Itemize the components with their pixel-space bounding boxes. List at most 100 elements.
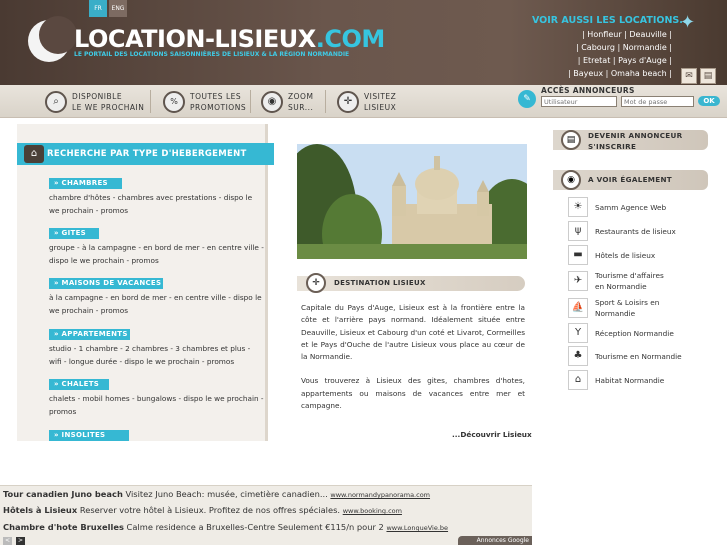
discover-lisieux-link[interactable]: ...Découvrir Lisieux [452, 430, 532, 439]
sun-icon: ☀ [568, 197, 588, 217]
ad-title[interactable]: Chambre d'hote Bruxelles [3, 522, 124, 532]
ad-item[interactable]: Chambre d'hote Bruxelles Calme residence… [3, 522, 448, 532]
house-icon: ⌂ [568, 370, 588, 390]
toolbar-divider [325, 90, 326, 113]
document-icon[interactable]: ▤ [700, 68, 716, 84]
locations-link-row[interactable]: | Etretat | Pays d'Auge | [560, 54, 672, 67]
percent-icon: % [163, 90, 185, 113]
link-business-tourism[interactable]: ✈ Tourisme d'affaires en Normandie [568, 270, 675, 292]
link-label: Tourisme en Normandie [595, 351, 682, 361]
become-advertiser-line: DEVENIR ANNONCEUR [588, 131, 683, 140]
category-chalets[interactable]: » CHALETS [49, 379, 109, 390]
password-input[interactable] [621, 96, 694, 107]
link-reception[interactable]: Y Réception Normandie [568, 323, 674, 343]
toolbar-label: ZOOM [288, 91, 314, 101]
ads-next-button[interactable]: > [16, 537, 25, 545]
toolbar-label: LE WE PROCHAIN [72, 102, 145, 112]
category-maisons[interactable]: » MAISONS DE VACANCES [49, 278, 163, 289]
destination-description: Capitale du Pays d'Auge, Lisieux est à l… [301, 302, 525, 412]
link-label: Réception Normandie [595, 328, 674, 338]
advertiser-access-title: ACCÈS ANNONCEURS [541, 86, 635, 95]
ad-title[interactable]: Hôtels à Lisieux [3, 505, 77, 515]
category-gites-desc[interactable]: groupe - à la campagne - en bord de mer … [49, 242, 264, 267]
toolbar-label: SUR... [288, 102, 314, 112]
username-input[interactable] [541, 96, 617, 107]
accommodation-search-title: RECHERCHE PAR TYPE D'HEBERGEMENT [17, 143, 274, 165]
destination-paragraph: Vous trouverez à Lisieux des gites, cham… [301, 376, 525, 411]
toolbar-label: PROMOTIONS [190, 102, 247, 112]
see-also-locations-title: VOIR AUSSI LES LOCATIONS... [532, 15, 691, 26]
link-samm-agence-web[interactable]: ☀ Samm Agence Web [568, 197, 666, 217]
ad-text: Calme residence a Bruxelles-Centre Seule… [123, 522, 387, 532]
basilica-photo [297, 144, 527, 259]
link-label: Hôtels de lisieux [595, 250, 656, 260]
toolbar-divider [250, 90, 251, 113]
toolbar-label: LISIEUX [364, 102, 397, 112]
register-line: S'INSCRIRE [588, 141, 637, 151]
lang-en-button[interactable]: ENG [109, 0, 127, 17]
toolbar-divider [150, 90, 151, 113]
ads-prev-button[interactable]: < [3, 537, 12, 545]
google-ads-footer[interactable]: Annonces Google [458, 536, 532, 545]
category-insolites[interactable]: » INSOLITES [49, 430, 129, 441]
bird-icon: ✦ [680, 12, 696, 33]
category-chalets-desc[interactable]: chalets - mobil homes - bungalows - disp… [49, 393, 264, 418]
eye-icon: ◉ [561, 170, 581, 190]
toolbar-promotions[interactable]: % TOUTES LES PROMOTIONS [163, 85, 246, 118]
ad-text: Visitez Juno Beach: musée, cimetière can… [122, 489, 331, 499]
link-label: Sport & Loisirs en Normandie [595, 298, 660, 318]
glass-icon: Y [568, 323, 588, 343]
sailboat-icon: ⛵ [568, 298, 588, 318]
plane-icon: ✈ [568, 271, 588, 291]
link-label: Habitat Normandie [595, 375, 665, 385]
toolbar-available-next-we[interactable]: ⌕ DISPONIBLE LE WE PROCHAIN [45, 85, 144, 118]
camera-icon: ◉ [261, 90, 283, 113]
ad-url[interactable]: www.LongueVie.be [386, 524, 448, 532]
ad-url[interactable]: www.booking.com [343, 507, 402, 515]
toolbar-label: TOUTES LES [190, 91, 242, 101]
toolbar-zoom[interactable]: ◉ ZOOM SUR... [261, 85, 313, 118]
logo-moon-icon[interactable] [28, 16, 77, 62]
link-tourism[interactable]: ♣ Tourisme en Normandie [568, 346, 682, 366]
link-habitat[interactable]: ⌂ Habitat Normandie [568, 370, 664, 390]
logo-main: LOCATION-LISIEUX [74, 25, 316, 53]
locations-link-row[interactable]: | Bayeux | Omaha beach | [560, 67, 672, 80]
category-maisons-desc[interactable]: à la campagne - en bord de mer - en cent… [49, 292, 264, 317]
category-gites[interactable]: » GITES [49, 228, 99, 239]
cutlery-icon: ψ [568, 221, 588, 241]
category-appartements-desc[interactable]: studio - 1 chambre - 2 chambres - 3 cham… [49, 343, 264, 368]
google-ads-block: Tour canadien Juno beach Visitez Juno Be… [0, 485, 532, 545]
ad-item[interactable]: Hôtels à Lisieux Reserver votre hôtel à … [3, 505, 402, 515]
magnifier-icon: ⌕ [45, 90, 67, 113]
toolbar-visit-lisieux[interactable]: ✛ VISITEZ LISIEUX [337, 85, 396, 118]
compass-icon: ✛ [337, 90, 359, 113]
see-also-title: A VOIR ÉGALEMENT [588, 175, 672, 184]
link-hotels[interactable]: ▬ Hôtels de lisieux [568, 245, 655, 265]
ad-item[interactable]: Tour canadien Juno beach Visitez Juno Be… [3, 489, 430, 499]
ad-url[interactable]: www.normandypanorama.com [330, 491, 430, 499]
category-chambres[interactable]: » CHAMBRES [49, 178, 122, 189]
site-logo[interactable]: LOCATION-LISIEUX.COM [74, 25, 385, 53]
link-label: Restaurants de lisieux [595, 226, 676, 236]
link-restaurants[interactable]: ψ Restaurants de lisieux [568, 221, 676, 241]
login-ok-button[interactable]: OK [698, 96, 720, 106]
link-sport-leisure[interactable]: ⛵ Sport & Loisirs en Normandie [568, 297, 675, 319]
become-advertiser-label[interactable]: DEVENIR ANNONCEUR S'INSCRIRE [588, 131, 682, 152]
language-switcher: FR ENG [89, 0, 127, 17]
see-also-locations-links: | Honfleur | Deauville | | Cabourg | Nor… [560, 28, 672, 80]
locations-link-row[interactable]: | Cabourg | Normandie | [560, 41, 672, 54]
locations-link-row[interactable]: | Honfleur | Deauville | [560, 28, 672, 41]
toolbar-label: DISPONIBLE [72, 91, 123, 101]
destination-title: DESTINATION LISIEUX [334, 279, 426, 287]
ad-title[interactable]: Tour canadien Juno beach [3, 489, 123, 499]
category-appartements[interactable]: » APPARTEMENTS [49, 329, 130, 340]
site-header: FR ENG LOCATION-LISIEUX.COM LE PORTAIL D… [0, 0, 727, 85]
link-label: Samm Agence Web [595, 202, 667, 212]
destination-paragraph: Capitale du Pays d'Auge, Lisieux est à l… [301, 303, 525, 362]
lang-fr-button[interactable]: FR [89, 0, 107, 17]
mail-icon[interactable]: ✉ [681, 68, 697, 84]
chat-icon: ✎ [518, 90, 536, 108]
site-tagline: LE PORTAIL DES LOCATIONS SAISONNIÈRES DE… [74, 51, 350, 58]
house-icon: ⌂ [24, 145, 44, 163]
category-chambres-desc[interactable]: chambre d'hôtes - chambres avec prestati… [49, 192, 264, 217]
